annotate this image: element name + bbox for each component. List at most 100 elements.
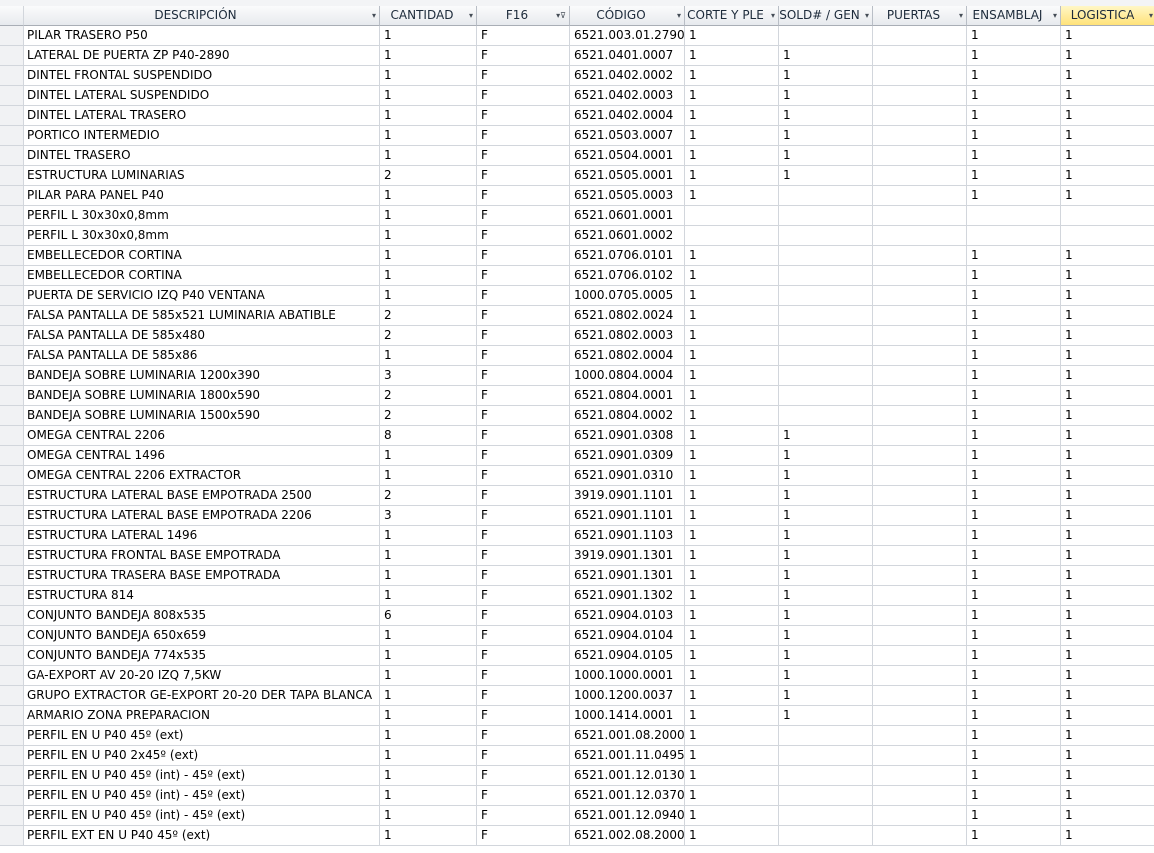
cell-f16[interactable]: F [477, 326, 570, 346]
cell-corte-y-ple[interactable]: 1 [685, 166, 779, 186]
cell-codigo[interactable]: 6521.001.12.0130 [570, 766, 685, 786]
cell-ensamblaj[interactable]: 1 [967, 526, 1061, 546]
cell-logistica[interactable]: 1 [1061, 566, 1154, 586]
cell-corte-y-ple[interactable]: 1 [685, 766, 779, 786]
cell-ensamblaj[interactable]: 1 [967, 726, 1061, 746]
cell-sold-gen[interactable] [779, 806, 873, 826]
cell-corte-y-ple[interactable]: 1 [685, 726, 779, 746]
cell-cantidad[interactable]: 2 [380, 166, 477, 186]
record-selector[interactable] [0, 266, 24, 286]
cell-codigo[interactable]: 1000.1414.0001 [570, 706, 685, 726]
cell-corte-y-ple[interactable] [685, 206, 779, 226]
column-header-descripcion[interactable]: DESCRIPCIÓN ▾ [24, 6, 380, 26]
cell-descripcion[interactable]: PUERTA DE SERVICIO IZQ P40 VENTANA [24, 286, 380, 306]
cell-cantidad[interactable]: 2 [380, 486, 477, 506]
cell-codigo[interactable]: 6521.0505.0001 [570, 166, 685, 186]
cell-codigo[interactable]: 6521.0504.0001 [570, 146, 685, 166]
cell-corte-y-ple[interactable]: 1 [685, 326, 779, 346]
cell-sold-gen[interactable] [779, 746, 873, 766]
record-selector[interactable] [0, 106, 24, 126]
cell-puertas[interactable] [873, 706, 967, 726]
cell-descripcion[interactable]: OMEGA CENTRAL 2206 EXTRACTOR [24, 466, 380, 486]
cell-logistica[interactable]: 1 [1061, 486, 1154, 506]
cell-descripcion[interactable]: FALSA PANTALLA DE 585x521 LUMINARIA ABAT… [24, 306, 380, 326]
record-selector[interactable] [0, 726, 24, 746]
cell-f16[interactable]: F [477, 26, 570, 46]
cell-f16[interactable]: F [477, 626, 570, 646]
cell-logistica[interactable]: 1 [1061, 746, 1154, 766]
cell-ensamblaj[interactable]: 1 [967, 586, 1061, 606]
cell-logistica[interactable]: 1 [1061, 686, 1154, 706]
record-selector[interactable] [0, 766, 24, 786]
cell-codigo[interactable]: 6521.0904.0104 [570, 626, 685, 646]
cell-cantidad[interactable]: 1 [380, 146, 477, 166]
cell-ensamblaj[interactable]: 1 [967, 646, 1061, 666]
cell-puertas[interactable] [873, 526, 967, 546]
cell-puertas[interactable] [873, 606, 967, 626]
cell-sold-gen[interactable] [779, 226, 873, 246]
cell-f16[interactable]: F [477, 726, 570, 746]
cell-logistica[interactable]: 1 [1061, 46, 1154, 66]
cell-codigo[interactable]: 6521.001.11.0495 [570, 746, 685, 766]
cell-cantidad[interactable]: 1 [380, 726, 477, 746]
cell-f16[interactable]: F [477, 546, 570, 566]
cell-sold-gen[interactable] [779, 386, 873, 406]
cell-logistica[interactable]: 1 [1061, 546, 1154, 566]
cell-descripcion[interactable]: CONJUNTO BANDEJA 774x535 [24, 646, 380, 666]
cell-f16[interactable]: F [477, 606, 570, 626]
cell-f16[interactable]: F [477, 526, 570, 546]
cell-ensamblaj[interactable]: 1 [967, 686, 1061, 706]
record-selector[interactable] [0, 146, 24, 166]
cell-corte-y-ple[interactable]: 1 [685, 426, 779, 446]
cell-corte-y-ple[interactable]: 1 [685, 526, 779, 546]
cell-sold-gen[interactable] [779, 306, 873, 326]
cell-puertas[interactable] [873, 146, 967, 166]
cell-ensamblaj[interactable]: 1 [967, 426, 1061, 446]
cell-logistica[interactable]: 1 [1061, 186, 1154, 206]
cell-puertas[interactable] [873, 686, 967, 706]
cell-f16[interactable]: F [477, 166, 570, 186]
sort-dropdown-icon[interactable]: ▾ [677, 6, 681, 25]
cell-logistica[interactable]: 1 [1061, 106, 1154, 126]
cell-codigo[interactable]: 6521.0901.0308 [570, 426, 685, 446]
cell-ensamblaj[interactable]: 1 [967, 466, 1061, 486]
cell-ensamblaj[interactable]: 1 [967, 146, 1061, 166]
record-selector[interactable] [0, 746, 24, 766]
cell-codigo[interactable]: 6521.0402.0003 [570, 86, 685, 106]
cell-logistica[interactable]: 1 [1061, 626, 1154, 646]
cell-f16[interactable]: F [477, 146, 570, 166]
cell-corte-y-ple[interactable]: 1 [685, 126, 779, 146]
cell-puertas[interactable] [873, 366, 967, 386]
cell-descripcion[interactable]: DINTEL LATERAL TRASERO [24, 106, 380, 126]
cell-descripcion[interactable]: LATERAL DE PUERTA ZP P40-2890 [24, 46, 380, 66]
cell-corte-y-ple[interactable]: 1 [685, 486, 779, 506]
cell-descripcion[interactable]: PERFIL L 30x30x0,8mm [24, 226, 380, 246]
cell-codigo[interactable]: 6521.001.12.0370 [570, 786, 685, 806]
cell-sold-gen[interactable]: 1 [779, 586, 873, 606]
cell-descripcion[interactable]: OMEGA CENTRAL 2206 [24, 426, 380, 446]
record-selector[interactable] [0, 446, 24, 466]
cell-logistica[interactable]: 1 [1061, 826, 1154, 846]
cell-sold-gen[interactable]: 1 [779, 666, 873, 686]
cell-corte-y-ple[interactable]: 1 [685, 286, 779, 306]
cell-f16[interactable]: F [477, 406, 570, 426]
cell-ensamblaj[interactable]: 1 [967, 86, 1061, 106]
sort-dropdown-icon[interactable]: ▾ [1149, 6, 1153, 25]
record-selector[interactable] [0, 546, 24, 566]
cell-sold-gen[interactable] [779, 246, 873, 266]
cell-f16[interactable]: F [477, 666, 570, 686]
cell-ensamblaj[interactable]: 1 [967, 486, 1061, 506]
cell-logistica[interactable]: 1 [1061, 446, 1154, 466]
sort-dropdown-icon[interactable]: ▾ [372, 6, 376, 25]
cell-corte-y-ple[interactable]: 1 [685, 406, 779, 426]
record-selector[interactable] [0, 26, 24, 46]
cell-codigo[interactable]: 6521.0901.1302 [570, 586, 685, 606]
cell-descripcion[interactable]: ESTRUCTURA TRASERA BASE EMPOTRADA [24, 566, 380, 586]
cell-codigo[interactable]: 6521.0402.0004 [570, 106, 685, 126]
cell-sold-gen[interactable]: 1 [779, 706, 873, 726]
cell-ensamblaj[interactable]: 1 [967, 186, 1061, 206]
cell-logistica[interactable]: 1 [1061, 646, 1154, 666]
cell-descripcion[interactable]: BANDEJA SOBRE LUMINARIA 1500x590 [24, 406, 380, 426]
cell-puertas[interactable] [873, 786, 967, 806]
cell-descripcion[interactable]: PERFIL EN U P40 45º (ext) [24, 726, 380, 746]
